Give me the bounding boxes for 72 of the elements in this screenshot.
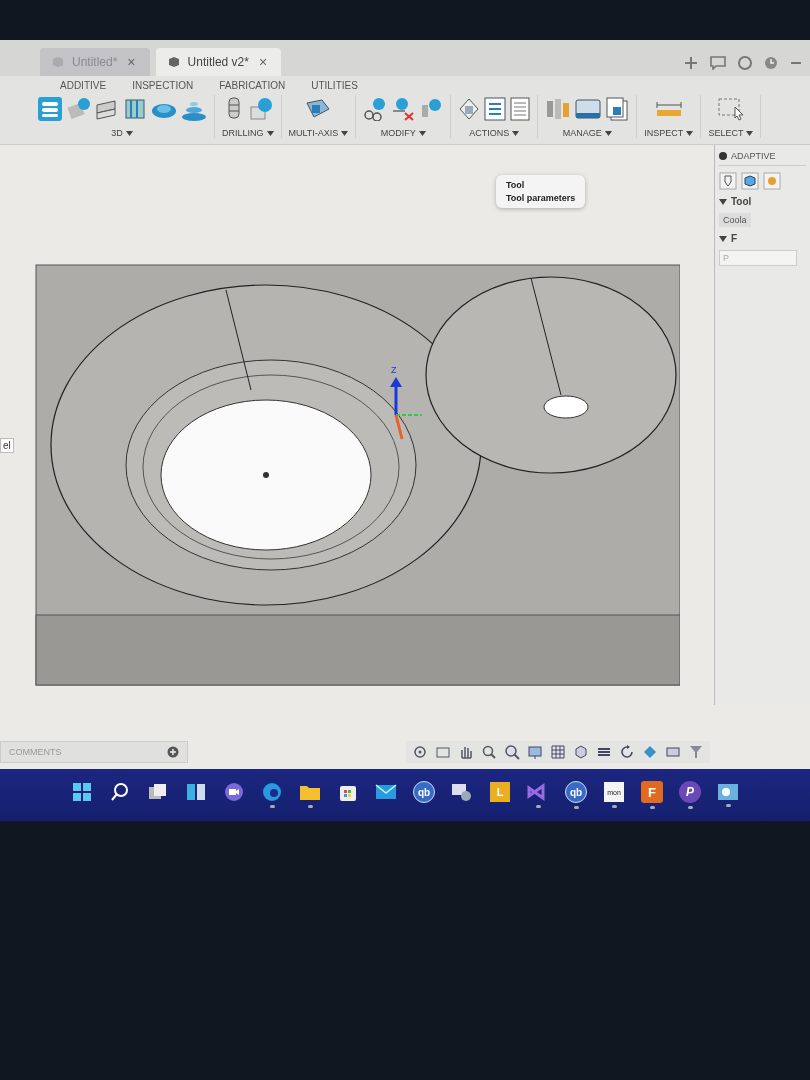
app-icon[interactable]: qb: [413, 781, 435, 803]
clock-icon[interactable]: [764, 56, 778, 70]
input-field[interactable]: P: [719, 250, 797, 266]
app-icon[interactable]: P: [679, 781, 701, 803]
slab-icon[interactable]: [95, 97, 119, 121]
caret-icon: [266, 130, 274, 136]
axis-triad-drawing: [390, 377, 423, 440]
caret-icon: [341, 130, 349, 136]
zoom-window-icon[interactable]: [504, 744, 520, 760]
caret-icon: [418, 130, 426, 136]
edge-icon[interactable]: [262, 782, 282, 802]
caret-icon: [512, 130, 520, 136]
video-chat-icon[interactable]: [224, 782, 244, 802]
workspace-tab[interactable]: INSPECTION: [132, 80, 194, 91]
plus-circle-icon[interactable]: [167, 746, 179, 758]
machine-icon[interactable]: [575, 98, 602, 120]
task-view-icon[interactable]: [148, 782, 168, 802]
pages-icon[interactable]: [605, 97, 630, 121]
axis-label: Z: [391, 365, 397, 375]
app-icon[interactable]: F: [641, 781, 663, 803]
zoom-icon[interactable]: [481, 744, 497, 760]
refresh-icon[interactable]: [619, 744, 635, 760]
screen-icon[interactable]: [665, 744, 681, 760]
windows-logo-icon[interactable]: [72, 782, 92, 802]
ribbon-group-menu[interactable]: MULTI-AXIS: [288, 128, 349, 138]
document-tab[interactable]: Untitled v2* ×: [155, 48, 282, 76]
cube-icon: [167, 56, 180, 68]
orbit-icon[interactable]: [412, 744, 428, 760]
pan-hand-icon[interactable]: [458, 744, 474, 760]
close-tab-button[interactable]: ×: [125, 54, 138, 70]
caret-icon: [604, 130, 612, 136]
panel-tab[interactable]: Coola: [719, 213, 751, 227]
selection-box-icon[interactable]: [716, 97, 745, 121]
ribbon-group-menu[interactable]: ACTIONS: [469, 128, 520, 138]
ribbon-group-menu[interactable]: DRILLING: [222, 128, 274, 138]
ribbon-group-menu[interactable]: 3D: [111, 128, 133, 138]
code-sheet-icon[interactable]: [484, 97, 507, 121]
dot-icon: [719, 152, 727, 160]
diamond-icon[interactable]: [642, 744, 658, 760]
section-header[interactable]: F: [719, 233, 806, 244]
plus-icon[interactable]: [684, 56, 698, 70]
document-tab[interactable]: Untitled* ×: [40, 48, 150, 76]
tooltip: Tool Tool parameters: [496, 175, 586, 208]
globe-icon[interactable]: [738, 56, 752, 70]
filter-icon[interactable]: [688, 744, 704, 760]
chat-icon[interactable]: [710, 56, 726, 70]
ribbon-group-menu[interactable]: MANAGE: [562, 128, 612, 138]
section-header[interactable]: Tool: [719, 196, 806, 207]
caret-icon: [686, 130, 694, 136]
search-icon[interactable]: [110, 782, 130, 802]
browser-item[interactable]: el: [0, 437, 14, 453]
panel-title: ADAPTIVE: [731, 151, 776, 161]
scanner-icon[interactable]: [717, 783, 739, 801]
block-icon[interactable]: [123, 97, 147, 121]
workspace-tab[interactable]: UTILITIES: [311, 80, 358, 91]
ribbon-group-menu[interactable]: SELECT: [708, 128, 754, 138]
widgets-icon[interactable]: [186, 782, 206, 802]
cube-icon: [52, 56, 64, 68]
mail-icon[interactable]: [375, 783, 397, 801]
cube-icon[interactable]: [573, 744, 589, 760]
workspace-tab[interactable]: ADDITIVE: [60, 80, 107, 91]
ribbon-group-menu[interactable]: MODIFY: [380, 128, 426, 138]
close-tab-button[interactable]: ×: [256, 54, 270, 70]
app-icon[interactable]: qb: [565, 781, 587, 803]
workspace-tab[interactable]: FABRICATION: [219, 80, 286, 91]
caret-icon: [125, 130, 133, 136]
grid-icon[interactable]: [550, 744, 566, 760]
ribbon-group-menu[interactable]: INSPECT: [644, 128, 694, 138]
caret-icon: [746, 130, 754, 136]
monitor-icon[interactable]: [527, 744, 543, 760]
cube-icon[interactable]: [741, 172, 759, 190]
sheet-icon[interactable]: [510, 97, 531, 121]
